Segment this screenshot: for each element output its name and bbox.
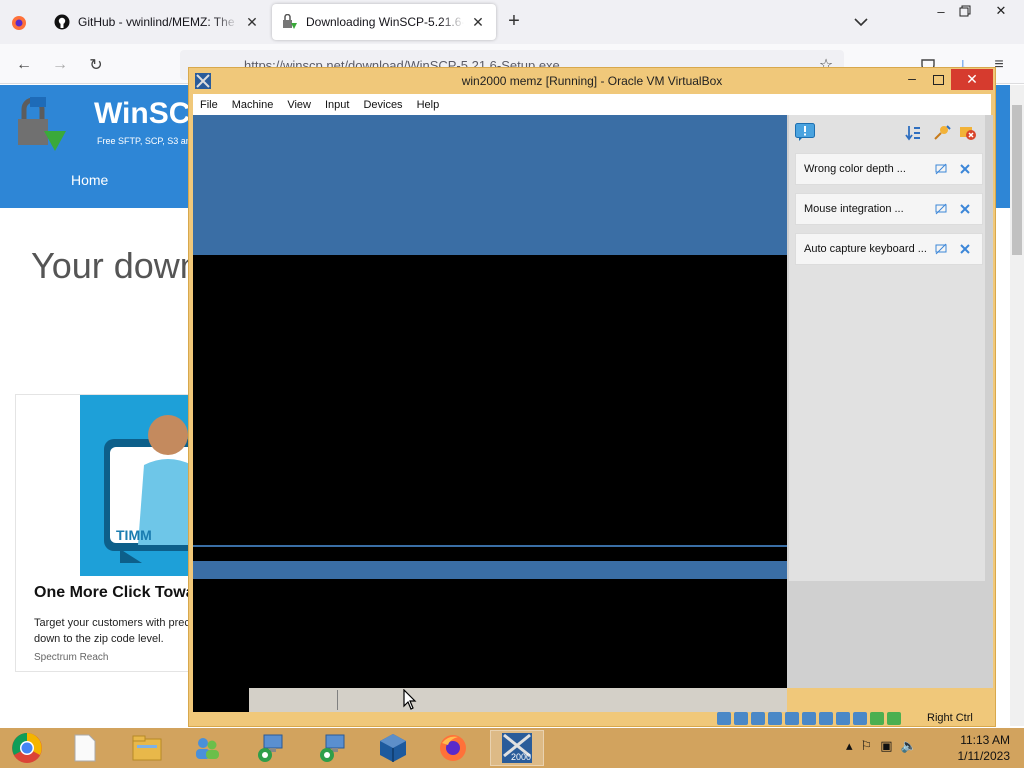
scrollbar-thumb[interactable] xyxy=(1012,105,1022,255)
remote-desktop-icon[interactable] xyxy=(306,730,360,766)
vbox-maximize-button[interactable] xyxy=(927,70,949,90)
notification-text: Mouse integration ... xyxy=(804,203,904,215)
menu-input[interactable]: Input xyxy=(318,99,356,111)
guest-start-area[interactable] xyxy=(193,688,249,712)
menu-machine[interactable]: Machine xyxy=(225,99,281,111)
notification-alert-icon[interactable] xyxy=(795,123,815,144)
status-indicators xyxy=(717,712,901,725)
system-tray: ▴ ⚐ ▣ 🔈 xyxy=(846,738,917,754)
clock-time: 11:13 AM xyxy=(960,733,1010,747)
menu-file[interactable]: File xyxy=(193,99,225,111)
notification-panel: Wrong color depth ... Mouse integration … xyxy=(789,115,985,581)
recording-icon[interactable] xyxy=(836,712,850,725)
network-icon[interactable] xyxy=(768,712,782,725)
close-tab-icon[interactable]: ✕ xyxy=(244,14,260,30)
sort-notifications-icon[interactable] xyxy=(905,125,921,144)
list-all-tabs-chevron-icon[interactable] xyxy=(852,14,870,30)
action-center-flag-icon[interactable]: ⚐ xyxy=(861,738,873,754)
notification-item[interactable]: Auto capture keyboard ... xyxy=(795,233,983,265)
tab-github[interactable]: GitHub - vwinlind/MEMZ: The MEMZ ✕ xyxy=(44,4,270,40)
guest-desktop-band xyxy=(193,561,787,579)
vm-win2000-taskbar-button[interactable]: 2000 xyxy=(490,730,544,766)
menu-devices[interactable]: Devices xyxy=(356,99,409,111)
mouse-cursor-icon xyxy=(403,688,417,711)
vbox-minimize-button[interactable]: – xyxy=(901,70,923,90)
ad-brand-label: TIMM xyxy=(116,527,152,543)
vm-badge: 2000 xyxy=(511,752,532,762)
firefox-view-icon[interactable] xyxy=(8,12,30,34)
keep-notifications-icon[interactable] xyxy=(933,125,951,144)
menu-help[interactable]: Help xyxy=(410,99,447,111)
notification-text: Wrong color depth ... xyxy=(804,163,906,175)
notification-item[interactable]: Wrong color depth ... xyxy=(795,153,983,185)
new-tab-button[interactable]: + xyxy=(504,11,524,32)
mouse-integration-icon[interactable] xyxy=(870,712,884,725)
notification-toolbar xyxy=(789,115,985,149)
advertisement-card[interactable]: TIMM One More Click Towards Target your … xyxy=(15,394,220,672)
tab-title: GitHub - vwinlind/MEMZ: The MEMZ xyxy=(78,15,238,29)
start-button[interactable] xyxy=(0,730,54,766)
notification-center: Wrong color depth ... Mouse integration … xyxy=(787,115,993,688)
guest-taskbar[interactable] xyxy=(193,688,787,712)
close-notification-icon[interactable] xyxy=(958,242,972,256)
notification-item[interactable]: Mouse integration ... xyxy=(795,193,983,225)
browser-close-button[interactable]: ✕ xyxy=(986,0,1016,22)
tab-winscp-download[interactable]: Downloading WinSCP-5.21.6-Setup ✕ xyxy=(272,4,496,40)
hard-disk-icon[interactable] xyxy=(717,712,731,725)
menu-view[interactable]: View xyxy=(280,99,318,111)
shared-folders-icon[interactable] xyxy=(802,712,816,725)
close-notification-icon[interactable] xyxy=(958,202,972,216)
page-scrollbar[interactable] xyxy=(1010,85,1024,726)
vbox-title: win2000 memz [Running] - Oracle VM Virtu… xyxy=(461,74,723,88)
nav-home-link[interactable]: Home xyxy=(71,172,108,188)
vbox-menubar: File Machine View Input Devices Help xyxy=(193,94,991,115)
file-explorer-icon[interactable] xyxy=(120,730,174,766)
host-key-label[interactable]: Right Ctrl xyxy=(927,712,973,724)
audio-icon[interactable] xyxy=(751,712,765,725)
browser-tabstrip: GitHub - vwinlind/MEMZ: The MEMZ ✕ Downl… xyxy=(0,0,1024,44)
disable-notification-icon[interactable] xyxy=(934,162,948,176)
guest-desktop-band xyxy=(193,115,787,255)
vbox-close-button[interactable]: ✕ xyxy=(951,69,993,90)
close-notification-icon[interactable] xyxy=(958,162,972,176)
vbox-statusbar: Right Ctrl xyxy=(193,712,991,726)
usb-icon[interactable] xyxy=(785,712,799,725)
virtualization-icon[interactable] xyxy=(853,712,867,725)
guest-display[interactable] xyxy=(193,115,787,688)
winscp-logo-icon[interactable] xyxy=(14,97,72,153)
file-icon[interactable] xyxy=(58,730,112,766)
notification-text: Auto capture keyboard ... xyxy=(804,243,927,255)
github-icon xyxy=(54,14,70,30)
forward-arrow-icon[interactable]: → xyxy=(49,54,71,76)
taskbar-clock[interactable]: 11:13 AM 1/11/2023 xyxy=(940,732,1020,764)
users-icon[interactable] xyxy=(180,730,234,766)
network-tray-icon[interactable]: ▣ xyxy=(880,738,892,754)
network-computer-icon[interactable] xyxy=(244,730,298,766)
volume-icon[interactable]: 🔈 xyxy=(900,738,916,754)
close-tab-icon[interactable]: ✕ xyxy=(470,14,486,30)
virtualbox-window: win2000 memz [Running] - Oracle VM Virtu… xyxy=(188,67,996,727)
windows-taskbar: 2000 ▴ ⚐ ▣ 🔈 11:13 AM 1/11/2023 xyxy=(0,728,1024,768)
tab-title: Downloading WinSCP-5.21.6-Setup xyxy=(306,15,464,29)
close-all-notifications-icon[interactable] xyxy=(959,125,977,144)
guest-taskbar-divider xyxy=(337,690,338,710)
display-icon[interactable] xyxy=(819,712,833,725)
keyboard-capture-icon[interactable] xyxy=(887,712,901,725)
virtualbox-manager-icon[interactable] xyxy=(366,730,420,766)
ad-advertiser: Spectrum Reach xyxy=(34,652,109,663)
guest-glitch-line xyxy=(193,545,787,547)
ad-body: Target your customers with precision dow… xyxy=(34,617,213,645)
back-arrow-icon[interactable]: ← xyxy=(13,54,35,76)
reload-icon[interactable]: ↻ xyxy=(85,54,107,76)
tray-expand-chevron-icon[interactable]: ▴ xyxy=(846,738,853,754)
clock-date: 1/11/2023 xyxy=(957,749,1011,763)
disable-notification-icon[interactable] xyxy=(934,242,948,256)
winscp-icon xyxy=(282,13,298,30)
vbox-titlebar[interactable]: win2000 memz [Running] - Oracle VM Virtu… xyxy=(189,68,995,94)
browser-restore-button[interactable] xyxy=(950,0,980,22)
optical-drive-icon[interactable] xyxy=(734,712,748,725)
disable-notification-icon[interactable] xyxy=(934,202,948,216)
firefox-icon[interactable] xyxy=(426,730,480,766)
